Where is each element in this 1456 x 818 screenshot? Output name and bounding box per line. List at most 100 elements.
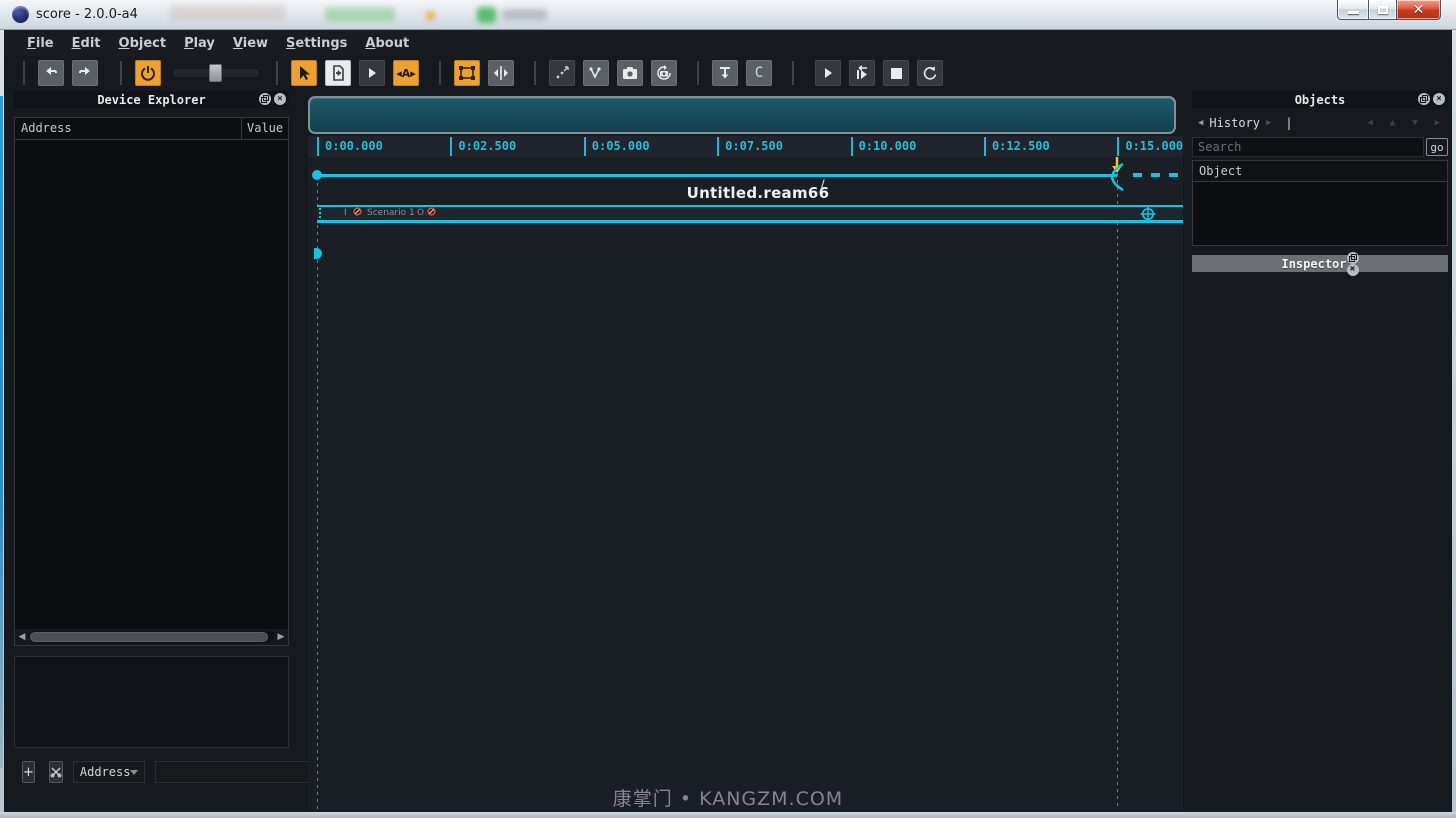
condition-icon: C bbox=[755, 65, 763, 81]
interval-line[interactable] bbox=[317, 174, 1117, 177]
toolbar-separator bbox=[120, 61, 122, 85]
stop-button[interactable] bbox=[883, 60, 909, 86]
object-column-header[interactable]: Object bbox=[1193, 161, 1447, 182]
objects-titlebar: Objects × bbox=[1192, 91, 1448, 108]
play-from-start-button[interactable] bbox=[849, 60, 875, 86]
add-trigger-button[interactable] bbox=[712, 60, 738, 86]
scale-lock-button[interactable]: ◂A▸ bbox=[393, 60, 419, 86]
rack-output-label: O bbox=[417, 208, 424, 218]
split-view-button[interactable] bbox=[488, 60, 514, 86]
chevron-down-icon bbox=[130, 770, 138, 775]
titlebar-glass-blur bbox=[170, 5, 285, 21]
close-panel-icon[interactable]: × bbox=[274, 93, 286, 105]
search-input[interactable] bbox=[1192, 137, 1424, 157]
close-panel-icon[interactable]: × bbox=[1347, 264, 1359, 276]
slider-handle[interactable] bbox=[209, 64, 222, 82]
time-ruler[interactable]: 0:00.000 0:02.500 0:05.000 0:07.500 0:10… bbox=[308, 136, 1183, 157]
horizontal-scrollbar[interactable]: ◀ ▶ bbox=[15, 629, 288, 645]
add-condition-button[interactable]: C bbox=[746, 60, 772, 86]
scenario-canvas[interactable]: Untitled.ream66 / I Scenario 1 O 康掌门 • K… bbox=[308, 157, 1183, 810]
menu-play[interactable]: Play bbox=[175, 32, 224, 55]
reinitialize-button[interactable] bbox=[917, 60, 943, 86]
menu-file[interactable]: File bbox=[18, 32, 63, 55]
device-explorer-tree[interactable]: ◀ ▶ bbox=[15, 140, 288, 645]
target-icon[interactable] bbox=[1140, 206, 1156, 222]
play-from-start-icon bbox=[854, 65, 870, 81]
window-title: score - 2.0.0-a4 bbox=[36, 7, 138, 22]
redo-button[interactable] bbox=[72, 60, 98, 86]
create-tool-button[interactable] bbox=[325, 60, 351, 86]
power-button[interactable] bbox=[135, 60, 161, 86]
state-point[interactable] bbox=[314, 248, 322, 259]
close-button[interactable]: ✕ bbox=[1397, 0, 1441, 20]
address-mode-dropdown[interactable]: Address bbox=[73, 761, 146, 783]
float-panel-icon[interactable] bbox=[1418, 93, 1430, 105]
device-address-input[interactable] bbox=[155, 761, 320, 783]
history-forward-icon[interactable]: ▶ bbox=[1260, 118, 1277, 128]
toolbar-separator bbox=[792, 61, 794, 85]
value-column-header[interactable]: Value bbox=[242, 118, 288, 139]
interval-end-brace-icon[interactable] bbox=[1111, 163, 1125, 191]
scroll-right-icon[interactable]: ▶ bbox=[274, 632, 288, 642]
nav-right-icon[interactable]: ▶ bbox=[1435, 118, 1440, 128]
address-column-header[interactable]: Address bbox=[15, 118, 242, 139]
titlebar-glass-blur bbox=[325, 7, 395, 22]
stop-icon bbox=[891, 68, 902, 79]
camera-icon bbox=[622, 66, 638, 80]
history-back-icon[interactable]: ◀ bbox=[1192, 118, 1209, 128]
toolbar-separator bbox=[697, 61, 699, 85]
power-icon bbox=[140, 65, 156, 81]
undo-button[interactable] bbox=[38, 60, 64, 86]
float-panel-icon[interactable] bbox=[259, 93, 271, 105]
toolbar-separator bbox=[23, 61, 25, 85]
dropdown-value: Address bbox=[80, 765, 131, 779]
mute-icon[interactable] bbox=[353, 207, 362, 216]
menu-settings[interactable]: Settings bbox=[277, 32, 356, 55]
document-plus-icon bbox=[330, 65, 346, 81]
float-panel-icon[interactable] bbox=[1347, 252, 1359, 264]
toolbar-separator bbox=[276, 61, 278, 85]
scenario-rack[interactable]: I Scenario 1 O bbox=[317, 205, 1183, 223]
remove-device-button[interactable] bbox=[49, 761, 63, 783]
minimize-button[interactable] bbox=[1337, 0, 1368, 20]
mute-icon[interactable] bbox=[427, 207, 436, 216]
level-slider[interactable] bbox=[173, 69, 259, 77]
rack-drag-handle[interactable] bbox=[319, 208, 321, 219]
menu-about[interactable]: About bbox=[356, 32, 418, 55]
play-button[interactable] bbox=[815, 60, 841, 86]
search-go-button[interactable]: go bbox=[1426, 138, 1448, 156]
points-mode-button[interactable] bbox=[549, 60, 575, 86]
timeline-overview[interactable] bbox=[308, 96, 1176, 134]
interval-start-guide bbox=[317, 176, 318, 810]
nav-down-icon[interactable]: ▼ bbox=[1412, 118, 1417, 128]
objects-list[interactable] bbox=[1193, 182, 1447, 245]
nav-left-icon[interactable]: ◀ bbox=[1367, 118, 1372, 128]
device-explorer-table: Address Value ◀ ▶ bbox=[14, 117, 289, 646]
maximize-button[interactable] bbox=[1368, 0, 1397, 20]
interval-start-state[interactable] bbox=[312, 170, 322, 180]
toolbar-separator bbox=[534, 61, 536, 85]
scrollbar-track[interactable] bbox=[29, 631, 274, 643]
add-device-button[interactable]: + bbox=[22, 761, 35, 783]
snapshot-button[interactable] bbox=[617, 60, 643, 86]
select-tool-button[interactable] bbox=[291, 60, 317, 86]
menu-view[interactable]: View bbox=[224, 32, 277, 55]
interval-name[interactable]: Untitled.ream66 bbox=[548, 184, 968, 202]
curve-mode-button[interactable] bbox=[583, 60, 609, 86]
scenario-name[interactable]: Scenario 1 bbox=[367, 208, 415, 218]
menu-edit[interactable]: Edit bbox=[63, 32, 110, 55]
scrollbar-thumb[interactable] bbox=[30, 632, 268, 642]
nav-up-icon[interactable]: ▲ bbox=[1390, 118, 1395, 128]
menu-object[interactable]: Object bbox=[110, 32, 176, 55]
record-button[interactable] bbox=[651, 60, 677, 86]
close-panel-icon[interactable]: × bbox=[1433, 93, 1445, 105]
selection-frame-button[interactable] bbox=[454, 60, 480, 86]
interval-flex-dash bbox=[1133, 173, 1142, 177]
window-border-right bbox=[1452, 30, 1456, 812]
play-icon bbox=[821, 66, 835, 80]
interval-flex-dash bbox=[1151, 173, 1160, 177]
device-explorer-panel: Device Explorer × Address Value ◀ ▶ + bbox=[14, 91, 289, 783]
play-tool-button[interactable] bbox=[359, 60, 385, 86]
scroll-left-icon[interactable]: ◀ bbox=[15, 632, 29, 642]
right-dock: Objects × ◀ History ▶ | ◀ ▲ ▼ ▶ go Objec… bbox=[1192, 91, 1448, 272]
